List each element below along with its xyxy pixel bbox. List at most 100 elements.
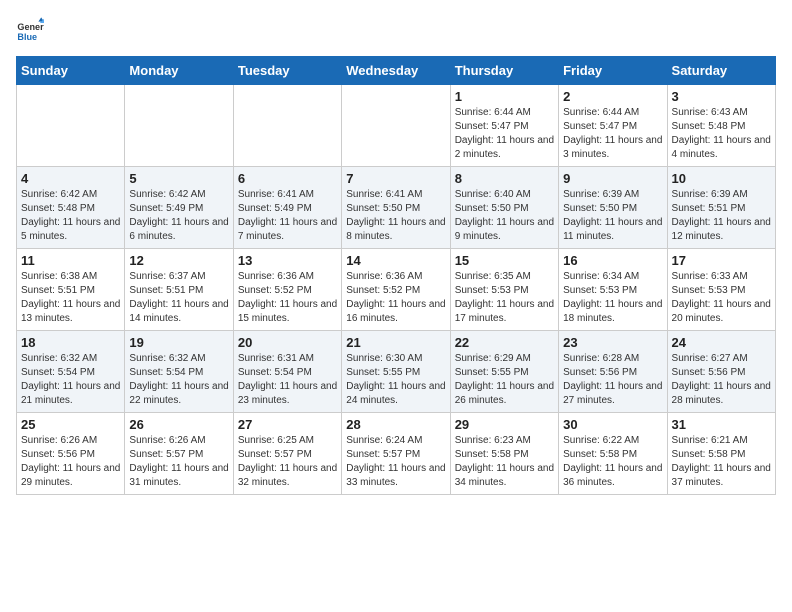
- calendar-table: SundayMondayTuesdayWednesdayThursdayFrid…: [16, 56, 776, 495]
- day-info: Sunrise: 6:29 AM Sunset: 5:55 PM Dayligh…: [455, 352, 554, 408]
- day-number: 2: [563, 89, 662, 104]
- calendar-cell: 22 Sunrise: 6:29 AM Sunset: 5:55 PM Dayli…: [450, 331, 558, 413]
- day-number: 11: [21, 253, 120, 268]
- day-info: Sunrise: 6:35 AM Sunset: 5:53 PM Dayligh…: [455, 270, 554, 326]
- calendar-week-1: 1Sunrise: 6:44 AM Sunset: 5:47 PM Daylig…: [17, 85, 776, 167]
- calendar-cell: 5Sunrise: 6:42 AM Sunset: 5:49 PM Daylig…: [125, 167, 233, 249]
- calendar-cell: 6 Sunrise: 6:41 AM Sunset: 5:49 PM Daylig…: [233, 167, 341, 249]
- calendar-cell: 15 Sunrise: 6:35 AM Sunset: 5:53 PM Dayli…: [450, 249, 558, 331]
- day-info: Sunrise: 6:39 AM Sunset: 5:50 PM Dayligh…: [563, 188, 662, 244]
- logo-icon: General Blue: [16, 16, 44, 44]
- calendar-cell: 14Sunrise: 6:36 AM Sunset: 5:52 PM Dayli…: [342, 249, 450, 331]
- calendar-week-5: 25 Sunrise: 6:26 AM Sunset: 5:56 PM Dayli…: [17, 413, 776, 495]
- day-info: Sunrise: 6:33 AM Sunset: 5:53 PM Dayligh…: [672, 270, 771, 326]
- calendar-week-2: 4 Sunrise: 6:42 AM Sunset: 5:48 PM Daylig…: [17, 167, 776, 249]
- day-number: 16: [563, 253, 662, 268]
- day-info: Sunrise: 6:44 AM Sunset: 5:47 PM Dayligh…: [563, 106, 662, 162]
- calendar-cell: 19 Sunrise: 6:32 AM Sunset: 5:54 PM Dayli…: [125, 331, 233, 413]
- calendar-cell: [125, 85, 233, 167]
- day-info: Sunrise: 6:41 AM Sunset: 5:50 PM Dayligh…: [346, 188, 445, 244]
- day-number: 20: [238, 335, 337, 350]
- calendar-week-3: 11 Sunrise: 6:38 AM Sunset: 5:51 PM Dayli…: [17, 249, 776, 331]
- calendar-cell: 18 Sunrise: 6:32 AM Sunset: 5:54 PM Dayli…: [17, 331, 125, 413]
- day-info: Sunrise: 6:30 AM Sunset: 5:55 PM Dayligh…: [346, 352, 445, 408]
- calendar-cell: 9 Sunrise: 6:39 AM Sunset: 5:50 PM Daylig…: [559, 167, 667, 249]
- day-info: Sunrise: 6:37 AM Sunset: 5:51 PM Dayligh…: [129, 270, 228, 326]
- calendar-cell: [233, 85, 341, 167]
- day-info: Sunrise: 6:38 AM Sunset: 5:51 PM Dayligh…: [21, 270, 120, 326]
- calendar-cell: 11 Sunrise: 6:38 AM Sunset: 5:51 PM Dayli…: [17, 249, 125, 331]
- day-number: 7: [346, 171, 445, 186]
- svg-text:General: General: [17, 22, 44, 32]
- calendar-cell: 12 Sunrise: 6:37 AM Sunset: 5:51 PM Dayli…: [125, 249, 233, 331]
- day-info: Sunrise: 6:32 AM Sunset: 5:54 PM Dayligh…: [129, 352, 228, 408]
- day-number: 22: [455, 335, 554, 350]
- calendar-week-4: 18 Sunrise: 6:32 AM Sunset: 5:54 PM Dayli…: [17, 331, 776, 413]
- day-info: Sunrise: 6:22 AM Sunset: 5:58 PM Dayligh…: [563, 434, 662, 490]
- day-info: Sunrise: 6:39 AM Sunset: 5:51 PM Dayligh…: [672, 188, 771, 244]
- svg-text:Blue: Blue: [17, 32, 37, 42]
- day-number: 28: [346, 417, 445, 432]
- calendar-cell: 31Sunrise: 6:21 AM Sunset: 5:58 PM Dayli…: [667, 413, 775, 495]
- calendar-cell: 8 Sunrise: 6:40 AM Sunset: 5:50 PM Daylig…: [450, 167, 558, 249]
- day-info: Sunrise: 6:42 AM Sunset: 5:48 PM Dayligh…: [21, 188, 120, 244]
- calendar-cell: [342, 85, 450, 167]
- weekday-header-tuesday: Tuesday: [233, 57, 341, 85]
- day-number: 18: [21, 335, 120, 350]
- day-info: Sunrise: 6:27 AM Sunset: 5:56 PM Dayligh…: [672, 352, 771, 408]
- day-number: 3: [672, 89, 771, 104]
- day-number: 25: [21, 417, 120, 432]
- day-number: 29: [455, 417, 554, 432]
- page-header: General Blue: [16, 16, 776, 44]
- calendar-cell: 7 Sunrise: 6:41 AM Sunset: 5:50 PM Daylig…: [342, 167, 450, 249]
- calendar-cell: 13Sunrise: 6:36 AM Sunset: 5:52 PM Dayli…: [233, 249, 341, 331]
- day-number: 21: [346, 335, 445, 350]
- day-number: 6: [238, 171, 337, 186]
- calendar-cell: 29 Sunrise: 6:23 AM Sunset: 5:58 PM Dayli…: [450, 413, 558, 495]
- day-number: 26: [129, 417, 228, 432]
- day-number: 31: [672, 417, 771, 432]
- day-info: Sunrise: 6:41 AM Sunset: 5:49 PM Dayligh…: [238, 188, 337, 244]
- day-info: Sunrise: 6:44 AM Sunset: 5:47 PM Dayligh…: [455, 106, 554, 162]
- day-number: 24: [672, 335, 771, 350]
- calendar-cell: 20 Sunrise: 6:31 AM Sunset: 5:54 PM Dayli…: [233, 331, 341, 413]
- day-info: Sunrise: 6:36 AM Sunset: 5:52 PM Dayligh…: [346, 270, 445, 326]
- day-number: 10: [672, 171, 771, 186]
- day-info: Sunrise: 6:31 AM Sunset: 5:54 PM Dayligh…: [238, 352, 337, 408]
- weekday-header-sunday: Sunday: [17, 57, 125, 85]
- day-info: Sunrise: 6:32 AM Sunset: 5:54 PM Dayligh…: [21, 352, 120, 408]
- calendar-cell: 1Sunrise: 6:44 AM Sunset: 5:47 PM Daylig…: [450, 85, 558, 167]
- weekday-header-thursday: Thursday: [450, 57, 558, 85]
- day-info: Sunrise: 6:34 AM Sunset: 5:53 PM Dayligh…: [563, 270, 662, 326]
- day-info: Sunrise: 6:40 AM Sunset: 5:50 PM Dayligh…: [455, 188, 554, 244]
- calendar-cell: 17 Sunrise: 6:33 AM Sunset: 5:53 PM Dayli…: [667, 249, 775, 331]
- day-info: Sunrise: 6:24 AM Sunset: 5:57 PM Dayligh…: [346, 434, 445, 490]
- day-info: Sunrise: 6:26 AM Sunset: 5:56 PM Dayligh…: [21, 434, 120, 490]
- calendar-header-row: SundayMondayTuesdayWednesdayThursdayFrid…: [17, 57, 776, 85]
- weekday-header-saturday: Saturday: [667, 57, 775, 85]
- weekday-header-monday: Monday: [125, 57, 233, 85]
- day-number: 17: [672, 253, 771, 268]
- day-info: Sunrise: 6:28 AM Sunset: 5:56 PM Dayligh…: [563, 352, 662, 408]
- calendar-cell: 27Sunrise: 6:25 AM Sunset: 5:57 PM Dayli…: [233, 413, 341, 495]
- calendar-cell: 25 Sunrise: 6:26 AM Sunset: 5:56 PM Dayli…: [17, 413, 125, 495]
- day-info: Sunrise: 6:23 AM Sunset: 5:58 PM Dayligh…: [455, 434, 554, 490]
- day-number: 30: [563, 417, 662, 432]
- day-number: 13: [238, 253, 337, 268]
- day-number: 5: [129, 171, 228, 186]
- day-number: 19: [129, 335, 228, 350]
- day-info: Sunrise: 6:26 AM Sunset: 5:57 PM Dayligh…: [129, 434, 228, 490]
- weekday-header-friday: Friday: [559, 57, 667, 85]
- calendar-cell: 26 Sunrise: 6:26 AM Sunset: 5:57 PM Dayli…: [125, 413, 233, 495]
- calendar-cell: 30 Sunrise: 6:22 AM Sunset: 5:58 PM Dayli…: [559, 413, 667, 495]
- day-number: 8: [455, 171, 554, 186]
- day-number: 4: [21, 171, 120, 186]
- day-number: 27: [238, 417, 337, 432]
- day-number: 23: [563, 335, 662, 350]
- calendar-cell: 2 Sunrise: 6:44 AM Sunset: 5:47 PM Daylig…: [559, 85, 667, 167]
- calendar-cell: 10 Sunrise: 6:39 AM Sunset: 5:51 PM Dayli…: [667, 167, 775, 249]
- day-number: 12: [129, 253, 228, 268]
- day-number: 9: [563, 171, 662, 186]
- calendar-cell: 21 Sunrise: 6:30 AM Sunset: 5:55 PM Dayli…: [342, 331, 450, 413]
- day-number: 15: [455, 253, 554, 268]
